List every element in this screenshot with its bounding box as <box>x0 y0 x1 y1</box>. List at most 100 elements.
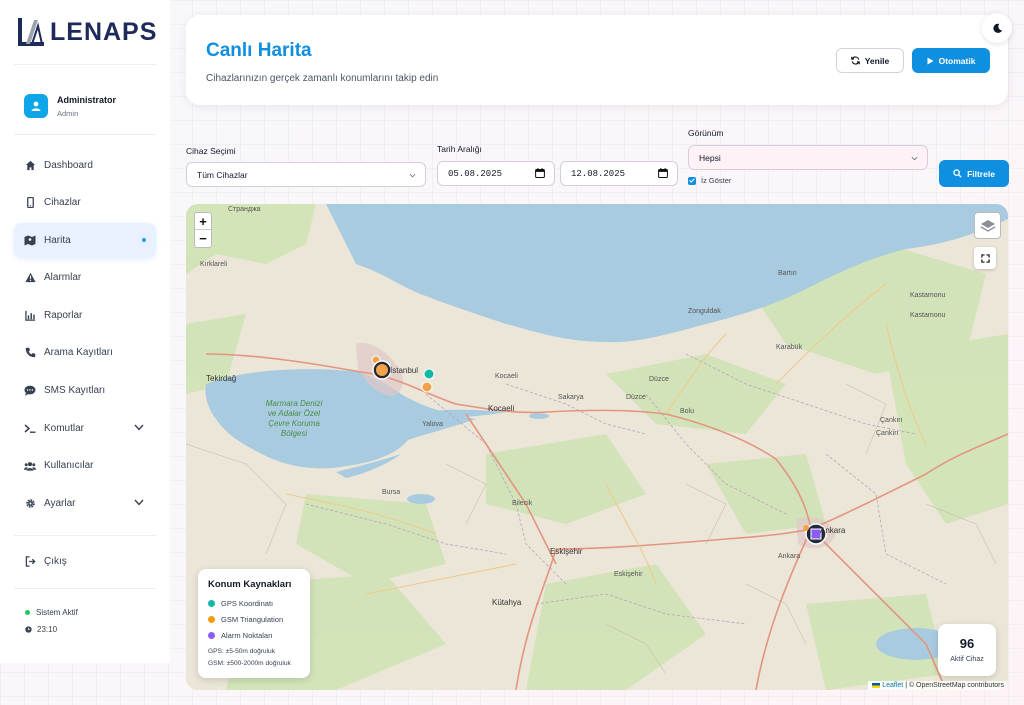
map-label: Странджа <box>228 206 261 213</box>
live-map[interactable]: Kırklareli Tekirdağ Странджа İstanbul Ko… <box>186 204 1008 690</box>
theme-toggle-button[interactable] <box>982 13 1012 43</box>
date-range-label: Tarih Aralığı <box>437 144 482 154</box>
chevron-down-icon <box>911 153 918 163</box>
layers-button[interactable] <box>974 212 1001 239</box>
show-trace-label: İz Göster <box>701 176 732 185</box>
status-dot <box>25 610 30 615</box>
call-icon <box>24 347 36 359</box>
end-date-input[interactable]: 12.08.2025 <box>560 161 678 186</box>
system-time: 23:10 <box>37 625 58 634</box>
map-label: Düzce <box>626 394 646 401</box>
map-label: Kütahya <box>492 598 522 607</box>
view-label: Görünüm <box>688 128 724 138</box>
auto-label: Otomatik <box>938 55 976 66</box>
device-select[interactable]: Tüm Cihazlar <box>186 162 426 187</box>
osm-attribution[interactable]: | © OpenStreetMap contributors <box>905 682 1004 689</box>
legend-note-gps: GPS: ±5-50m doğruluk <box>208 648 276 655</box>
legend-label: GPS Koordinatı <box>221 599 274 608</box>
calendar-icon[interactable] <box>658 167 668 180</box>
chevron-down-icon <box>409 170 416 180</box>
active-device-count: 96 <box>959 636 975 651</box>
phone-icon <box>24 197 36 209</box>
status-text: Sistem Aktif <box>36 608 78 617</box>
map-label: Çankırı <box>876 430 899 437</box>
refresh-icon <box>850 56 860 65</box>
view-select-value: Hepsi <box>699 152 721 163</box>
map-label: Kocaeli <box>495 373 518 380</box>
user-icon <box>31 101 41 111</box>
chevron-down-icon[interactable] <box>134 498 144 509</box>
map-label: Yalova <box>422 421 443 428</box>
user-name: Administrator <box>57 94 117 105</box>
map-label: Zonguldak <box>688 308 721 315</box>
map-icon <box>24 234 36 246</box>
user-profile[interactable]: Administrator Admin <box>24 94 116 118</box>
page-header: Canlı Harita Cihazlarınızın gerçek zaman… <box>186 15 1008 105</box>
sidebar-nav: Dashboard Cihazlar Harita Alarmlar Rapor… <box>14 148 156 524</box>
flag-icon <box>872 682 881 688</box>
map-label: Bursa <box>382 489 401 496</box>
map-label: Sakarya <box>558 394 584 401</box>
active-device-label: Aktif Cihaz <box>950 656 984 663</box>
map-label: Bolu <box>680 408 695 415</box>
map-label: Ankara <box>820 526 846 535</box>
auto-button[interactable]: Otomatik <box>912 48 990 73</box>
sidebar-item-alarms[interactable]: Alarmlar <box>14 261 156 295</box>
legend-item: GPS Koordinatı <box>208 599 300 608</box>
zoom-in-button[interactable]: + <box>195 213 211 230</box>
divider <box>14 535 156 536</box>
sidebar-item-label: Raporlar <box>44 309 83 321</box>
brand-name: LENAPS <box>50 17 158 46</box>
chevron-down-icon[interactable] <box>134 423 144 434</box>
device-select-value: Tüm Cihazlar <box>197 169 248 180</box>
map-legend: Konum Kaynakları GPS Koordinatı GSM Tria… <box>198 569 310 678</box>
map-label: Karabük <box>776 344 803 351</box>
map-label: Eskişehir <box>614 571 643 578</box>
sidebar-item-label: SMS Kayıtları <box>44 385 106 397</box>
map-label: Marmara Denizi ve Adalar Özel Çevre Koru… <box>265 399 323 438</box>
sidebar-item-sms[interactable]: SMS Kayıtları <box>14 374 156 408</box>
sidebar-item-dashboard[interactable]: Dashboard <box>14 148 156 182</box>
terminal-icon <box>24 422 36 434</box>
legend-item: GSM Triangulation <box>208 615 300 624</box>
brand-logo[interactable]: LENAPS <box>16 16 157 48</box>
sidebar-item-label: Arama Kayıtları <box>44 347 113 359</box>
gsm-dot-icon <box>208 616 215 623</box>
calendar-icon[interactable] <box>535 167 545 180</box>
map-label: Kocaeli <box>488 404 515 413</box>
sidebar-item-map[interactable]: Harita <box>14 223 156 258</box>
sms-icon <box>24 385 36 397</box>
map-label: Ankara <box>778 553 801 560</box>
user-role: Admin <box>57 108 79 118</box>
divider <box>14 134 156 135</box>
map-label: Eskişehir <box>550 547 583 556</box>
map-attribution: Leaflet | © OpenStreetMap contributors <box>868 681 1008 690</box>
legend-item: Alarm Noktaları <box>208 631 300 640</box>
show-trace-checkbox[interactable]: İz Göster <box>688 176 731 185</box>
page-title: Canlı Harita <box>206 40 312 61</box>
map-label: Bilecik <box>512 500 533 507</box>
logo-mark-icon <box>18 18 44 46</box>
sidebar-item-settings[interactable]: Ayarlar <box>14 486 156 520</box>
start-date-value: 05.08.2025 <box>448 168 503 179</box>
start-date-input[interactable]: 05.08.2025 <box>437 161 555 186</box>
zoom-out-button[interactable]: − <box>195 230 211 247</box>
fullscreen-button[interactable] <box>974 247 996 269</box>
warning-icon <box>24 272 36 284</box>
sidebar-item-reports[interactable]: Raporlar <box>14 298 156 332</box>
logout-button[interactable]: Çıkış <box>14 544 156 578</box>
view-select[interactable]: Hepsi <box>688 145 928 170</box>
sidebar-item-commands[interactable]: Komutlar <box>14 411 156 445</box>
sidebar-item-users[interactable]: Kullanıcılar <box>14 449 156 483</box>
sidebar-item-calls[interactable]: Arama Kayıtları <box>14 336 156 370</box>
refresh-button[interactable]: Yenile <box>836 48 904 73</box>
leaflet-link[interactable]: Leaflet <box>882 682 903 689</box>
legend-note-gsm: GSM: ±500-2000m doğruluk <box>208 660 291 667</box>
legend-title: Konum Kaynakları <box>208 579 292 590</box>
sidebar-item-devices[interactable]: Cihazlar <box>14 186 156 220</box>
fullscreen-icon <box>980 253 990 263</box>
map-label: Kastamonu <box>910 292 946 299</box>
filter-button[interactable]: Filtrele <box>939 160 1009 187</box>
refresh-label: Yenile <box>864 55 890 66</box>
gear-icon <box>24 497 36 509</box>
